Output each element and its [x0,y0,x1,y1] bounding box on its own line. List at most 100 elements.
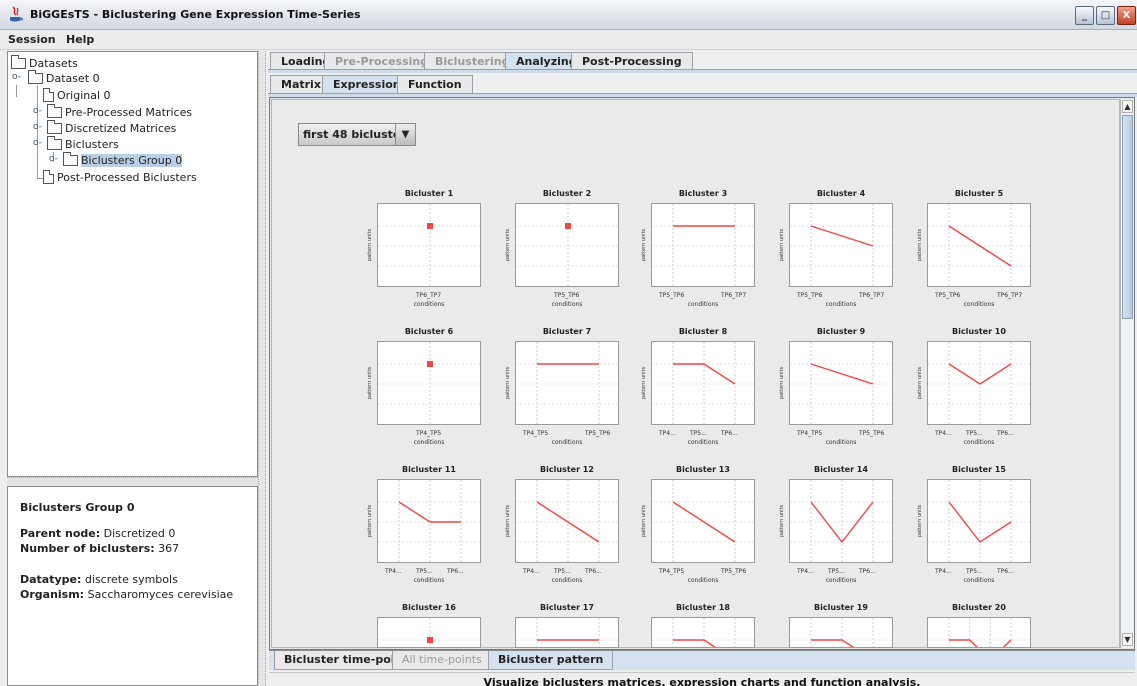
chart-svg [378,480,480,562]
close-button[interactable]: X [1117,6,1136,25]
tree-item-preprocessed[interactable]: Pre-Processed Matrices [47,103,192,120]
chart-title: Bicluster 6 [404,327,454,336]
scroll-down-icon[interactable]: ▼ [1122,633,1133,646]
chart-xlabel: conditions [963,577,995,584]
tree-item-label: Biclusters Group 0 [81,153,183,167]
tree-item-biclusters-group-0[interactable]: Biclusters Group 0 [63,151,183,168]
chart-xtick: TP5... [690,430,707,437]
tree-item-original[interactable]: Original 0 [43,87,111,103]
expand-toggle-icon[interactable]: o- [49,154,58,164]
expand-toggle-icon[interactable]: o- [33,138,42,148]
expand-toggle-icon[interactable]: o- [33,122,42,132]
tab-bicluster-pattern[interactable]: Bicluster pattern [488,651,614,670]
chart-svg [516,204,618,286]
bicluster-range-select[interactable]: first 48 biclusters ▼ [298,123,416,146]
chart-xlabel: conditions [825,439,857,446]
minimize-button[interactable]: _ [1075,6,1094,25]
chart-xtick: TP5_TP6 [585,430,611,437]
expand-toggle-icon[interactable]: o- [33,106,42,116]
chart-xtick: TP4... [523,568,540,575]
tree-item-biclusters[interactable]: Biclusters [47,135,119,152]
chart-xtick: TP5_TP6 [554,292,580,299]
folder-icon [47,135,62,150]
folder-icon [63,151,78,166]
maximize-button[interactable]: □ [1096,6,1115,25]
bicluster-chart [927,479,1031,563]
chart-title: Bicluster 20 [952,603,1006,612]
chart-xtick: TP5_TP6 [935,292,961,299]
chart-xtick: TP5... [828,568,845,575]
chart-title: Bicluster 4 [816,189,866,198]
chart-ylabel: pattern units [367,366,373,400]
tree-item-datasets[interactable]: Datasets [11,54,78,71]
chart-title: Bicluster 19 [814,603,868,612]
chart-title: Bicluster 15 [952,465,1006,474]
folder-icon [11,54,26,69]
document-icon [43,170,54,184]
scroll-up-icon[interactable]: ▲ [1122,100,1133,113]
chart-ylabel: pattern units [367,228,373,262]
chart-point [565,223,571,229]
chart-xlabel: conditions [687,301,719,308]
bicluster-chart [377,341,481,425]
chart-xlabel: conditions [413,301,445,308]
tab-preprocessing[interactable]: Pre-Processing [324,52,440,70]
chart-ylabel: pattern units [917,228,923,262]
expand-toggle-icon[interactable]: o- [12,72,21,82]
menu-help[interactable]: Help [66,33,94,46]
chart-series-line [810,363,874,385]
tree-item-postprocessed[interactable]: Post-Processed Biclusters [43,169,197,185]
chart-svg [516,342,618,424]
chart-xtick: TP6... [721,430,738,437]
tab-all-time-points[interactable]: All time-points [392,651,492,670]
chart-ylabel: pattern units [779,366,785,400]
chart-xlabel: conditions [963,439,995,446]
bicluster-chart [515,203,619,287]
chart-xtick: TP4_TP5 [797,430,823,437]
document-icon [43,88,54,102]
chart-xtick: TP5_TP6 [797,292,823,299]
vertical-splitter[interactable] [258,51,266,686]
chart-svg [378,342,480,424]
chart-xtick: TP6... [859,568,876,575]
chart-series-line [810,225,874,247]
chart-title: Bicluster 10 [952,327,1006,336]
info-parent: Parent node: Discretized 0 [20,527,176,540]
chart-svg [378,204,480,286]
info-datatype: Datatype: discrete symbols [20,573,178,586]
chart-xtick: TP4_TP5 [523,430,549,437]
bicluster-chart [927,341,1031,425]
chart-xtick: TP4_TP5 [416,430,442,437]
chart-svg [652,480,754,562]
chart-svg [516,480,618,562]
chart-title: Bicluster 9 [816,327,866,336]
bicluster-chart [789,479,893,563]
chevron-down-icon[interactable]: ▼ [395,124,415,145]
chart-xlabel: conditions [825,301,857,308]
tree-item-discretized[interactable]: Discretized Matrices [47,119,176,136]
chart-title: Bicluster 11 [402,465,456,474]
menu-session[interactable]: Session [8,33,56,46]
chart-series-line [949,639,1012,647]
chart-title: Bicluster 18 [676,603,730,612]
chart-xtick: TP6... [447,568,464,575]
chart-xtick: TP5... [416,568,433,575]
tab-function[interactable]: Function [397,75,473,93]
chart-ylabel: pattern units [779,504,785,538]
chart-xtick: TP4_TP5 [659,568,685,575]
horizontal-splitter[interactable] [7,477,258,486]
bicluster-chart [377,203,481,287]
vertical-scrollbar[interactable]: ▲ ▼ [1120,99,1134,648]
chart-xtick: TP5... [966,430,983,437]
chart-svg [652,618,754,647]
info-title: Biclusters Group 0 [20,501,135,514]
chart-svg [378,618,480,647]
chart-title: Bicluster 2 [542,189,592,198]
chart-xtick: TP4... [385,568,402,575]
scroll-thumb[interactable] [1122,115,1133,319]
tree-item-dataset-0[interactable]: Dataset 0 [28,69,100,86]
tab-postprocessing[interactable]: Post-Processing [571,52,693,70]
bicluster-chart [927,617,1031,648]
bicluster-chart [515,617,619,648]
chart-svg [928,480,1030,562]
